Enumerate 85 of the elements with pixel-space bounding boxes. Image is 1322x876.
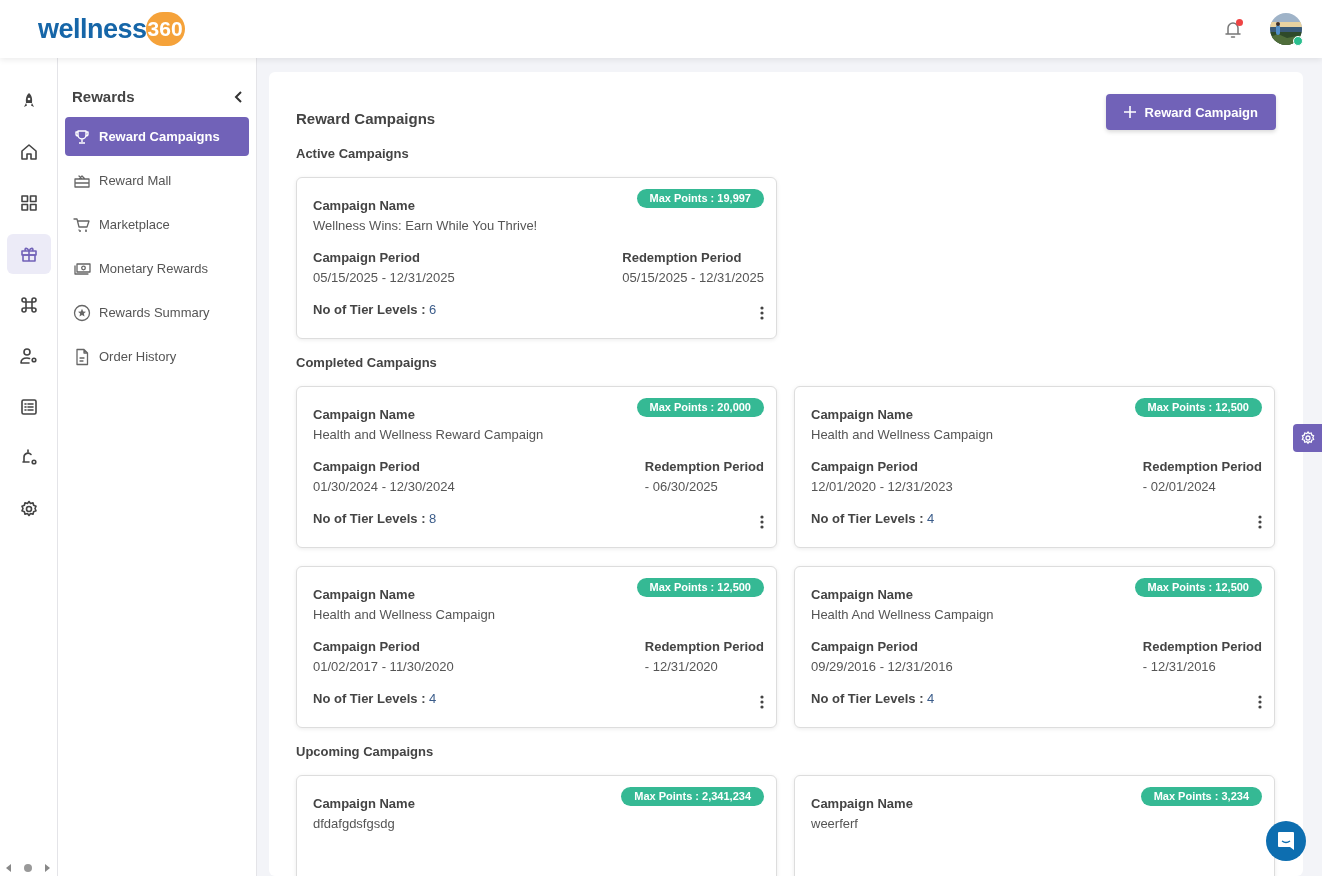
redemption-period: - 06/30/2025	[644, 479, 719, 494]
tier-levels: No of Tier Levels : 4	[811, 691, 935, 706]
section-title: Upcoming Campaigns	[296, 744, 435, 759]
campaign-card[interactable]: Campaign Name Max Points : 12,500 Health and Wellness Campaign Campaign Period 01/02/2017 - 11/30/2020 Redemption Period - 12/31/2020 No of Tier Levels : 4	[296, 566, 777, 728]
field-label: Campaign Name	[313, 796, 415, 811]
gift-icon[interactable]	[6, 234, 51, 274]
field-label: Redemption Period	[622, 250, 743, 265]
field-label: Campaign Period	[313, 639, 421, 654]
campaign-card[interactable]: Campaign Name Max Points : 2,341,234 dfdafgdsfgsdg	[296, 775, 777, 876]
field-label: Campaign Period	[811, 639, 919, 654]
settings-icon	[1299, 430, 1316, 446]
campaign-name: Health and Wellness Campaign	[313, 607, 496, 622]
campaign-card[interactable]: Campaign Name Max Points : 3,234 weerferf	[794, 775, 1275, 876]
logo-badge: 360	[145, 12, 185, 46]
trophy-icon	[73, 128, 91, 145]
field-label: Campaign Period	[313, 459, 421, 474]
redemption-period: 05/15/2025 - 12/31/2025	[622, 270, 764, 285]
add-campaign-button[interactable]: Reward Campaign	[1105, 94, 1276, 130]
redemption-period: - 12/31/2020	[644, 659, 719, 674]
document-icon	[73, 347, 91, 366]
max-points-badge: Max Points : 20,000	[636, 398, 764, 417]
field-label: Redemption Period	[644, 639, 764, 654]
page-title: Reward Campaigns	[296, 109, 436, 127]
campaign-card[interactable]: Campaign Name Max Points : 12,500 Health And Wellness Campaign Campaign Period 09/29/2016 - 12/31/2016 Redemption Period - 12/31/2016 No of Tier Levels : 4	[794, 566, 1275, 728]
sidebar-item[interactable]: Reward Mall	[65, 161, 249, 200]
star-circle-icon	[73, 303, 91, 322]
field-label: Redemption Period	[1142, 459, 1262, 474]
more-options-icon[interactable]	[760, 306, 764, 320]
more-options-icon[interactable]	[1258, 515, 1262, 529]
campaign-name: Wellness Wins: Earn While You Thrive!	[313, 218, 539, 233]
max-points-badge: Max Points : 2,341,234	[621, 787, 764, 806]
sidebar-item[interactable]: Reward Campaigns	[65, 117, 249, 156]
sidebar-item[interactable]: Marketplace	[65, 205, 249, 244]
campaign-name: dfdafgdsfgsdg	[313, 816, 396, 831]
tier-levels: No of Tier Levels : 4	[313, 691, 437, 706]
sidebar-item[interactable]: Monetary Rewards	[65, 249, 249, 288]
user-avatar[interactable]	[1270, 13, 1302, 45]
logo-wordmark: wellness	[38, 13, 147, 45]
more-options-icon[interactable]	[1258, 695, 1262, 709]
campaign-period: 01/30/2024 - 12/30/2024	[313, 479, 455, 494]
redemption-period: - 12/31/2016	[1142, 659, 1217, 674]
tier-levels: No of Tier Levels : 8	[313, 511, 437, 526]
cart-icon	[73, 216, 91, 233]
campaign-card[interactable]: Campaign Name Max Points : 19,997 Wellness Wins: Earn While You Thrive! Campaign Period 05/15/2025 - 12/31/2025 Redemption Period 05/15/2025 - 12/31/2025 No of Tier Levels : 6	[296, 177, 777, 339]
campaign-period: 09/29/2016 - 12/31/2016	[811, 659, 953, 674]
field-label: Redemption Period	[644, 459, 764, 474]
field-label: Campaign Name	[811, 796, 913, 811]
campaign-name: Health And Wellness Campaign	[811, 607, 995, 622]
banknote-icon	[73, 260, 91, 277]
more-options-icon[interactable]	[760, 695, 764, 709]
field-label: Campaign Period	[811, 459, 919, 474]
campaign-period: 01/02/2017 - 11/30/2020	[313, 659, 454, 674]
redemption-period: - 02/01/2024	[1142, 479, 1217, 494]
field-label: Campaign Name	[313, 587, 415, 602]
sidebar-item[interactable]: Rewards Summary	[65, 293, 249, 332]
campaign-period: 05/15/2025 - 12/31/2025	[313, 270, 455, 285]
max-points-badge: Max Points : 12,500	[1134, 398, 1262, 417]
section-title: Completed Campaigns	[296, 355, 438, 370]
sidebar-title: Rewards	[72, 88, 135, 105]
tier-levels: No of Tier Levels : 6	[313, 302, 437, 317]
plus-icon	[1123, 106, 1136, 118]
campaign-name: weerferf	[811, 816, 859, 831]
campaign-name: Health and Wellness Campaign	[811, 427, 994, 442]
field-label: Campaign Name	[313, 407, 415, 422]
field-label: Campaign Name	[313, 198, 415, 213]
campaign-period: 12/01/2020 - 12/31/2023	[811, 479, 953, 494]
tier-levels: No of Tier Levels : 4	[811, 511, 935, 526]
section-title: Active Campaigns	[296, 146, 410, 161]
settings-tab[interactable]	[1293, 424, 1322, 452]
max-points-badge: Max Points : 3,234	[1140, 787, 1262, 806]
max-points-badge: Max Points : 12,500	[636, 578, 764, 597]
campaign-name: Health and Wellness Reward Campaign	[313, 427, 545, 442]
collapse-icon[interactable]	[233, 89, 243, 104]
sidebar-item[interactable]: Order History	[65, 337, 249, 376]
campaign-card[interactable]: Campaign Name Max Points : 12,500 Health and Wellness Campaign Campaign Period 12/01/2020 - 12/31/2023 Redemption Period - 02/01/2024 No of Tier Levels : 4	[794, 386, 1275, 548]
max-points-badge: Max Points : 19,997	[636, 189, 764, 208]
scrollbar[interactable]	[4, 862, 52, 874]
field-label: Campaign Period	[313, 250, 421, 265]
field-label: Campaign Name	[811, 407, 913, 422]
more-options-icon[interactable]	[760, 515, 764, 529]
field-label: Campaign Name	[811, 587, 913, 602]
field-label: Redemption Period	[1142, 639, 1262, 654]
campaign-card[interactable]: Campaign Name Max Points : 20,000 Health and Wellness Reward Campaign Campaign Period 01/30/2024 - 12/30/2024 Redemption Period - 06/30/2025 No of Tier Levels : 8	[296, 386, 777, 548]
max-points-badge: Max Points : 12,500	[1134, 578, 1262, 597]
chat-icon	[1277, 831, 1295, 851]
